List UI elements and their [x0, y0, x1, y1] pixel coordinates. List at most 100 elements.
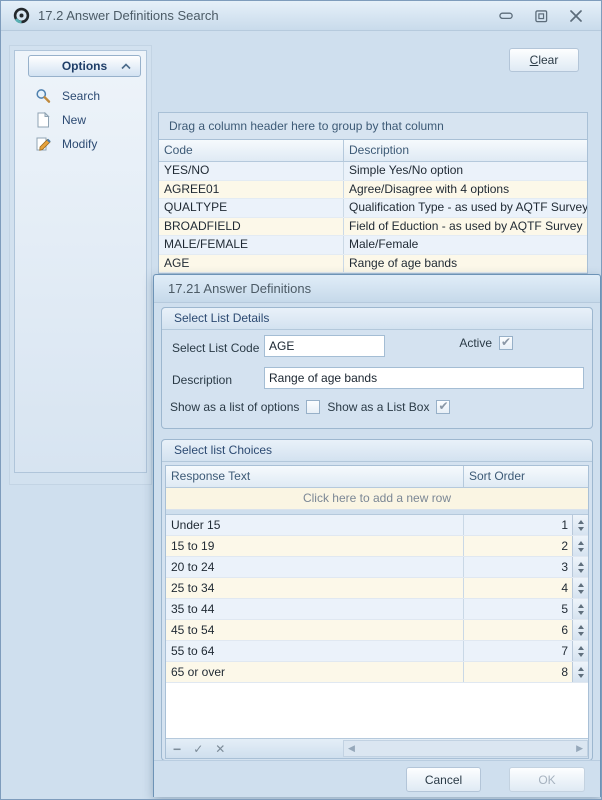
edit-pencil-icon: [35, 136, 51, 152]
spin-down-icon[interactable]: [578, 590, 584, 594]
cell-response-text: 35 to 44: [166, 599, 464, 619]
column-header-sort-order[interactable]: Sort Order: [464, 466, 588, 487]
spin-up-icon[interactable]: [578, 667, 584, 671]
cell-response-text: 65 or over: [166, 662, 464, 682]
list-item[interactable]: Under 15 1: [166, 515, 588, 536]
options-panel-inner: Options Search New: [14, 50, 147, 473]
select-list-code-input[interactable]: [264, 335, 385, 357]
sort-order-spinner[interactable]: [572, 641, 588, 661]
chevron-up-icon: [121, 63, 131, 70]
maximize-button[interactable]: [532, 8, 550, 24]
new-page-icon: [35, 112, 51, 128]
column-header-description[interactable]: Description: [344, 140, 587, 161]
cell-sort-order: 4: [464, 578, 572, 598]
sort-order-spinner[interactable]: [572, 557, 588, 577]
column-header-code[interactable]: Code: [159, 140, 344, 161]
spin-down-icon[interactable]: [578, 611, 584, 615]
sidebar-item-search[interactable]: Search: [21, 84, 141, 108]
description-input[interactable]: [264, 367, 584, 389]
cell-description: Qualification Type - as used by AQTF Sur…: [344, 199, 587, 217]
cell-description: Range of age bands: [344, 255, 587, 273]
sort-order-spinner[interactable]: [572, 515, 588, 535]
show-as-list-of-options-label: Show as a list of options: [170, 400, 299, 414]
record-navigator-bar: − ✓ ✕ ◀ ▶: [166, 738, 588, 758]
table-row[interactable]: QUALTYPE Qualification Type - as used by…: [159, 199, 587, 218]
options-header-button[interactable]: Options: [28, 55, 141, 77]
show-as-list-of-options-checkbox[interactable]: [306, 400, 320, 414]
cancel-button[interactable]: Cancel: [406, 767, 481, 792]
app-logo-icon: [13, 7, 30, 24]
spin-down-icon[interactable]: [578, 632, 584, 636]
list-item[interactable]: 45 to 54 6: [166, 620, 588, 641]
delete-row-button[interactable]: −: [173, 740, 181, 758]
table-row[interactable]: AGREE01 Agree/Disagree with 4 options: [159, 181, 587, 200]
choices-table: Response Text Sort Order Click here to a…: [165, 465, 589, 759]
sidebar-item-new[interactable]: New: [21, 108, 141, 132]
scroll-left-icon[interactable]: ◀: [344, 741, 359, 756]
post-edit-button[interactable]: ✓: [193, 740, 203, 758]
group-caption: Select list Choices: [162, 440, 592, 462]
spin-down-icon[interactable]: [578, 653, 584, 657]
cell-response-text: 45 to 54: [166, 620, 464, 640]
spin-up-icon[interactable]: [578, 625, 584, 629]
sort-order-spinner[interactable]: [572, 578, 588, 598]
spin-down-icon[interactable]: [578, 527, 584, 531]
add-new-row-band[interactable]: Click here to add a new row: [166, 488, 588, 510]
table-row[interactable]: BROADFIELD Field of Eduction - as used b…: [159, 218, 587, 237]
sort-order-spinner[interactable]: [572, 536, 588, 556]
spin-up-icon[interactable]: [578, 562, 584, 566]
close-button[interactable]: [567, 8, 585, 24]
answer-definitions-dialog: 17.21 Answer Definitions Select List Det…: [153, 274, 601, 797]
spin-up-icon[interactable]: [578, 583, 584, 587]
ok-button[interactable]: OK: [509, 767, 585, 792]
scroll-right-icon[interactable]: ▶: [572, 741, 587, 756]
spin-down-icon[interactable]: [578, 569, 584, 573]
dialog-body: Select List Details Select List Code Act…: [154, 303, 600, 797]
sort-order-spinner[interactable]: [572, 620, 588, 640]
active-checkbox[interactable]: [499, 336, 513, 350]
options-header-label: Options: [62, 59, 107, 73]
cell-code: AGE: [159, 255, 344, 273]
spin-up-icon[interactable]: [578, 520, 584, 524]
cell-code: AGREE01: [159, 181, 344, 199]
choices-header-row: Response Text Sort Order: [166, 466, 588, 488]
horizontal-scrollbar[interactable]: ◀ ▶: [343, 740, 588, 757]
cell-code: QUALTYPE: [159, 199, 344, 217]
sort-order-spinner[interactable]: [572, 662, 588, 682]
empty-grid-area: [166, 683, 588, 738]
sort-order-spinner[interactable]: [572, 599, 588, 619]
cancel-edit-button[interactable]: ✕: [215, 740, 225, 758]
group-by-band[interactable]: Drag a column header here to group by th…: [159, 113, 587, 140]
spin-up-icon[interactable]: [578, 541, 584, 545]
cell-sort-order: 5: [464, 599, 572, 619]
grid-header-row: Code Description: [159, 140, 587, 162]
show-as-list-box-checkbox[interactable]: [436, 400, 450, 414]
cell-code: YES/NO: [159, 162, 344, 180]
table-row[interactable]: AGE Range of age bands: [159, 255, 587, 274]
clear-button[interactable]: Clear: [509, 48, 579, 72]
table-row[interactable]: MALE/FEMALE Male/Female: [159, 236, 587, 255]
description-label: Description: [172, 369, 232, 391]
sidebar-item-modify[interactable]: Modify: [21, 132, 141, 156]
window-controls: [497, 1, 585, 31]
spin-down-icon[interactable]: [578, 548, 584, 552]
list-item[interactable]: 35 to 44 5: [166, 599, 588, 620]
cell-sort-order: 2: [464, 536, 572, 556]
list-item[interactable]: 65 or over 8: [166, 662, 588, 683]
minimize-button[interactable]: [497, 8, 515, 24]
list-item[interactable]: 20 to 24 3: [166, 557, 588, 578]
active-label: Active: [459, 336, 492, 350]
spin-down-icon[interactable]: [578, 674, 584, 678]
list-item[interactable]: 25 to 34 4: [166, 578, 588, 599]
show-options-row: Show as a list of options Show as a List…: [170, 400, 450, 414]
column-header-response-text[interactable]: Response Text: [166, 466, 464, 487]
table-row[interactable]: YES/NO Simple Yes/No option: [159, 162, 587, 181]
cell-response-text: Under 15: [166, 515, 464, 535]
spin-up-icon[interactable]: [578, 604, 584, 608]
dialog-footer: Cancel OK: [154, 760, 600, 797]
list-item[interactable]: 15 to 19 2: [166, 536, 588, 557]
active-field: Active: [459, 336, 513, 350]
list-item[interactable]: 55 to 64 7: [166, 641, 588, 662]
magnifier-icon: [35, 88, 51, 104]
spin-up-icon[interactable]: [578, 646, 584, 650]
